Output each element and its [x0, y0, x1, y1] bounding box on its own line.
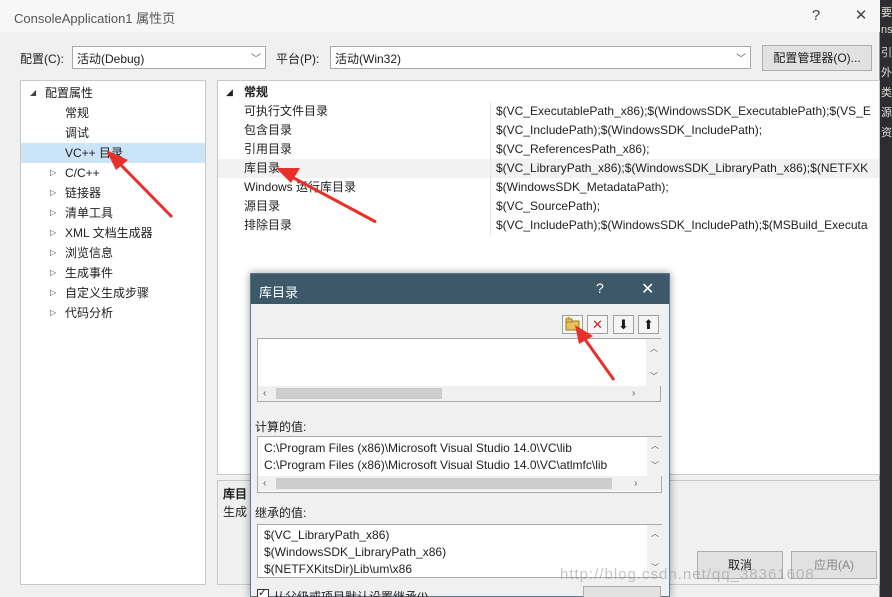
annotation-arrows [106, 150, 616, 381]
arrow-to-new-line-button [575, 325, 616, 381]
arrow-to-lib-dirs [276, 168, 377, 224]
arrow-to-vc-dirs [106, 150, 174, 219]
